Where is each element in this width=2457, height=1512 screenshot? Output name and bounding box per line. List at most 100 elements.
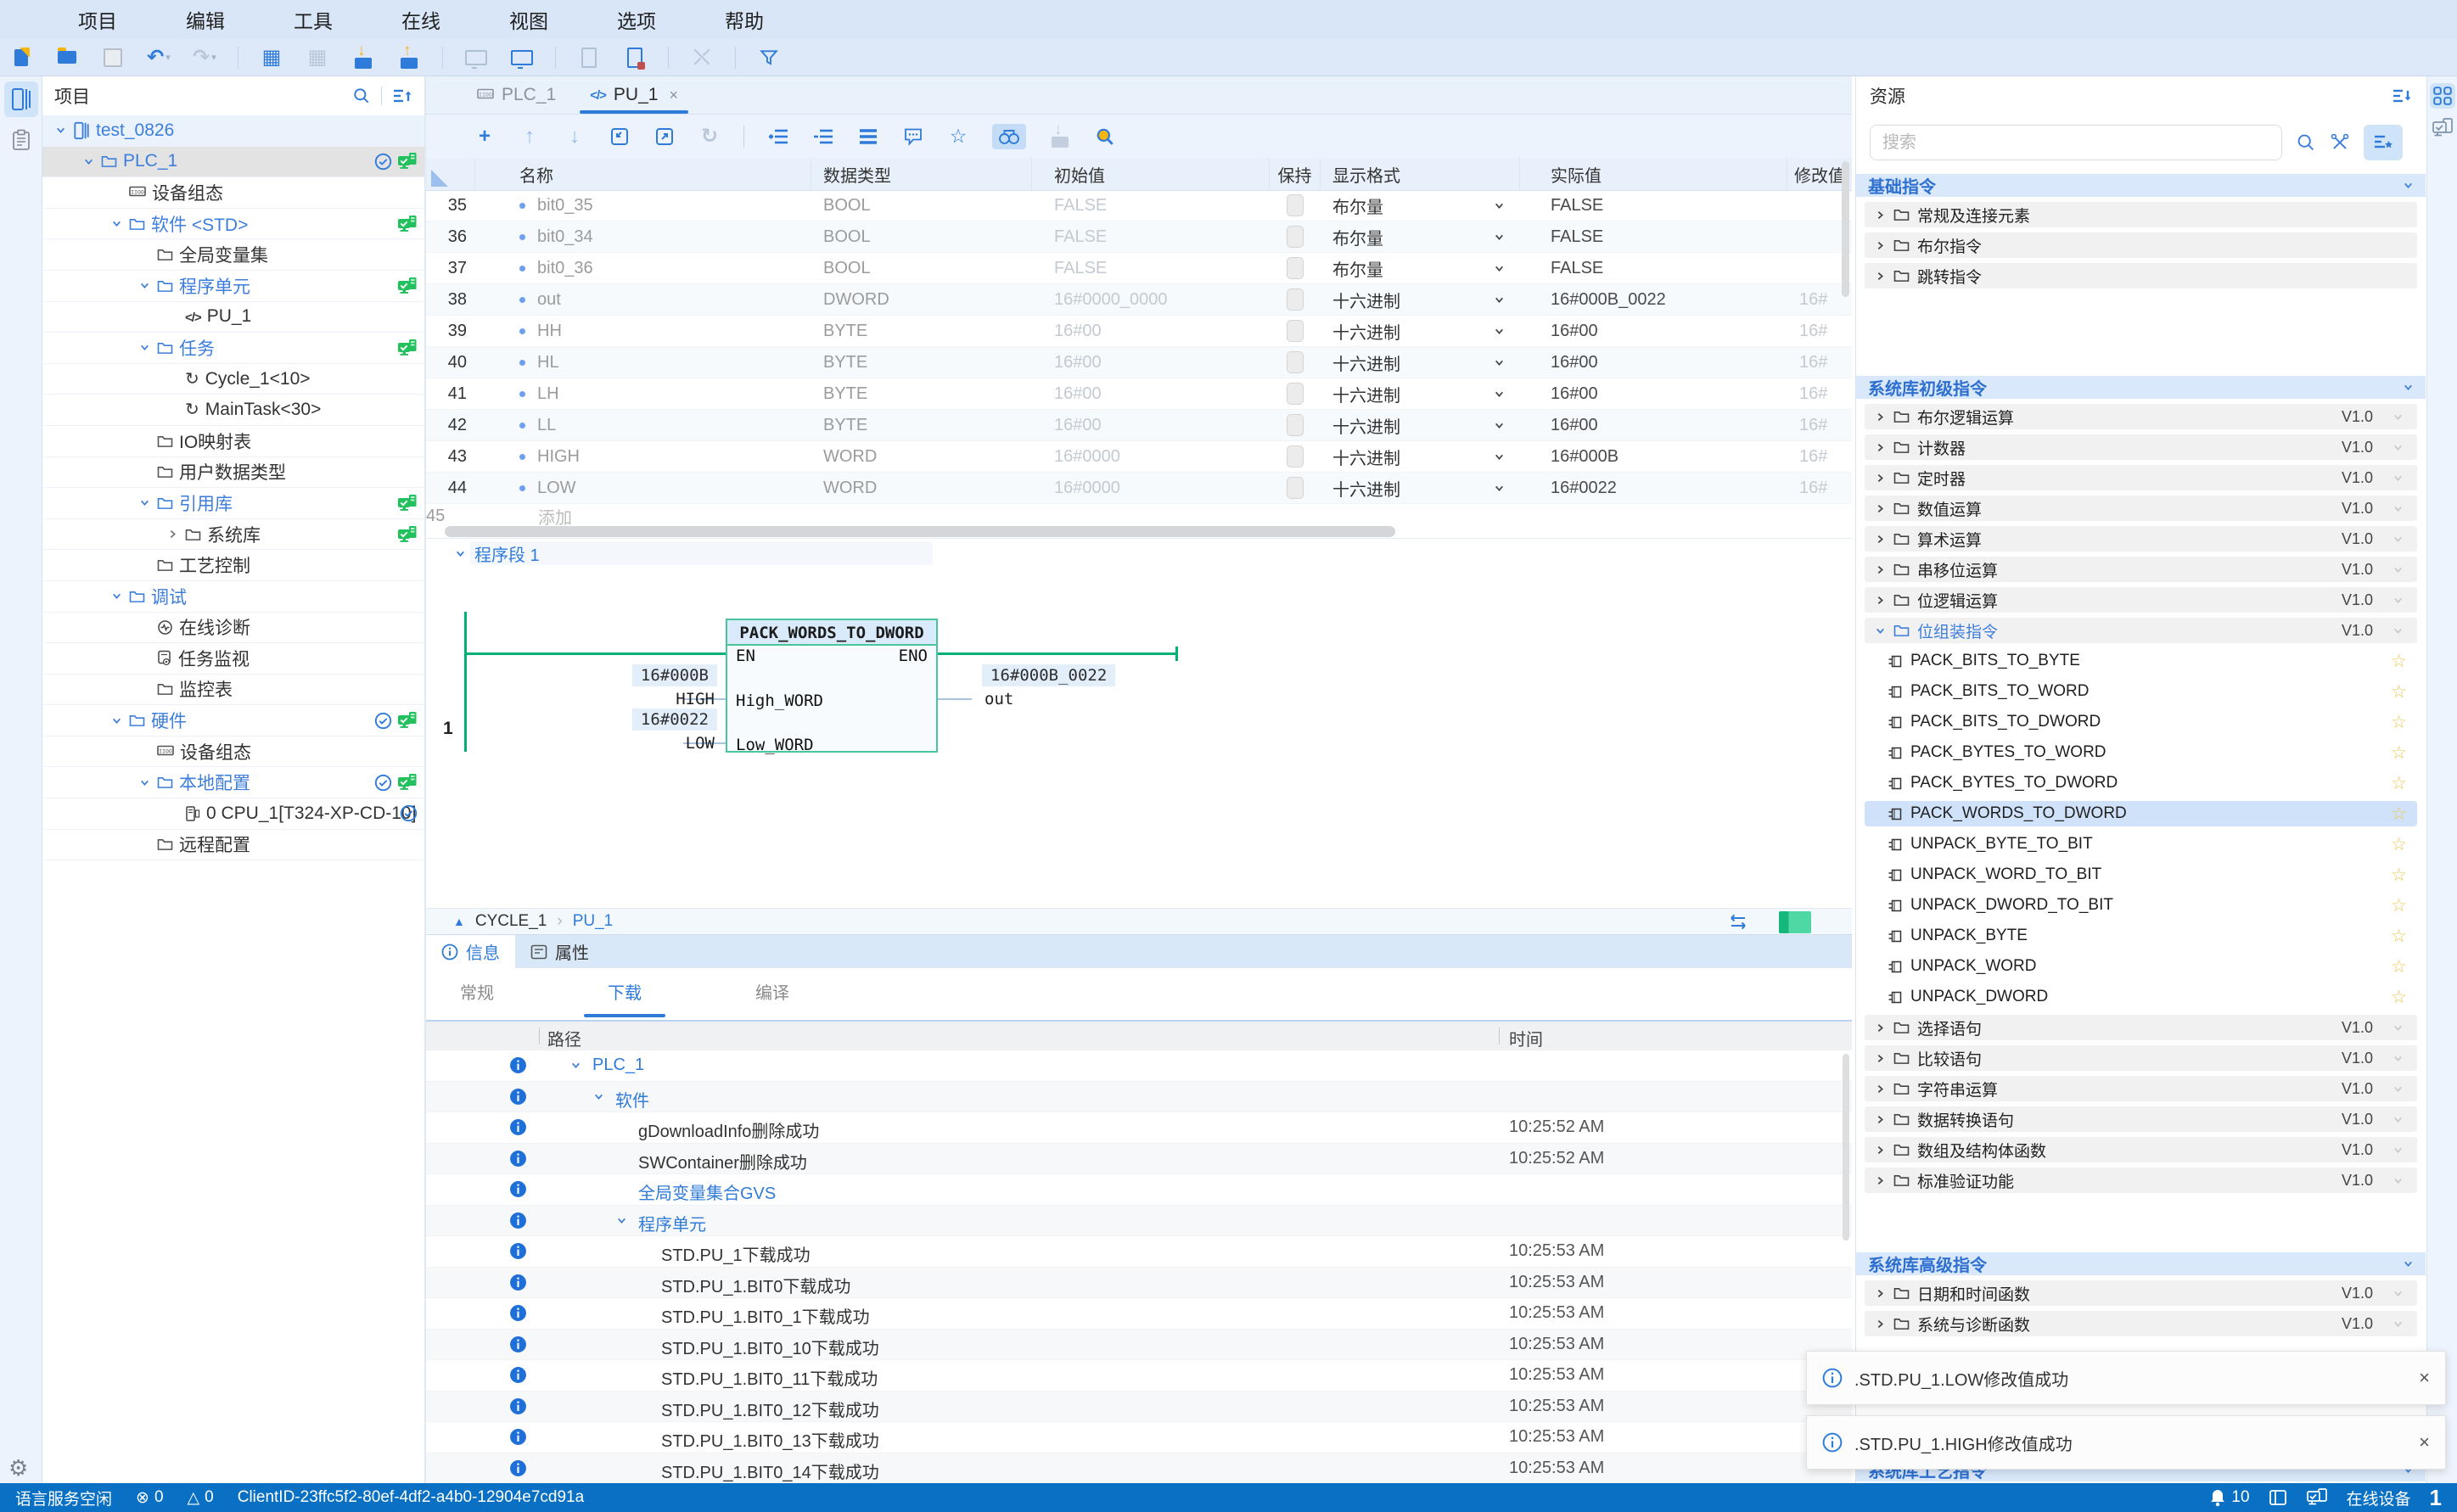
var-actual-value[interactable]: 16#00 — [1520, 410, 1787, 440]
var-actual-value[interactable]: FALSE — [1520, 253, 1787, 283]
display-format-dropdown[interactable]: 十六进制 — [1321, 284, 1520, 315]
chevron-right-icon[interactable] — [1875, 534, 1886, 545]
resource-group-header[interactable]: 系统库初级指令 — [1856, 376, 2426, 399]
spacer[interactable] — [138, 838, 151, 851]
tree-item-cycle_1-10-[interactable]: ↻Cycle_1<10> — [42, 364, 424, 395]
var-init-value[interactable]: FALSE — [1032, 253, 1270, 283]
spacer[interactable] — [138, 434, 151, 447]
var-actual-value[interactable]: 16#0022 — [1520, 473, 1787, 503]
favorite-icon[interactable]: ☆ — [947, 124, 969, 149]
project-sort-icon[interactable] — [392, 87, 412, 104]
var-name[interactable]: LOW — [475, 473, 811, 503]
project-search-icon[interactable] — [352, 87, 371, 105]
tree-item--[interactable]: IIOO设备组态 — [42, 736, 424, 768]
var-init-value[interactable]: 16#00 — [1032, 378, 1270, 409]
var-name[interactable]: HL — [475, 347, 811, 378]
log-message[interactable]: 程序单元 — [638, 1211, 706, 1235]
spacer[interactable] — [166, 404, 179, 417]
var-init-value[interactable]: 16#0000 — [1032, 473, 1270, 503]
var-init-value[interactable]: 16#0000_0000 — [1032, 284, 1270, 315]
var-actual-value[interactable]: FALSE — [1520, 190, 1787, 221]
subtab-compile[interactable]: 编译 — [755, 979, 789, 1004]
subtab-general[interactable]: 常规 — [460, 979, 494, 1004]
instruction-UNPACK_DWORD_TO_BIT[interactable]: UNPACK_DWORD_TO_BIT☆ — [1865, 893, 2417, 918]
tree-item--[interactable]: 引用库 — [42, 488, 424, 519]
resource-folder-算术运算[interactable]: 算术运算V1.0 — [1865, 526, 2417, 552]
var-type[interactable]: BOOL — [811, 253, 1032, 283]
menu-item-6[interactable]: 帮助 — [725, 5, 764, 34]
chevron-right-icon[interactable] — [1875, 1175, 1886, 1186]
instruction-PACK_BITS_TO_BYTE[interactable]: PACK_BITS_TO_BYTE☆ — [1865, 648, 2417, 674]
tree-item-0-cpu_1-t324-xp-cd-10-[interactable]: 0 CPU_1[T324-XP-CD-10] — [42, 798, 424, 830]
var-name[interactable]: LL — [475, 410, 811, 440]
close-icon[interactable]: × — [2419, 1431, 2430, 1453]
chevron-down-icon[interactable] — [1875, 625, 1886, 636]
col-actual[interactable]: 实际值 — [1520, 158, 1787, 190]
log-row[interactable]: 程序单元 — [426, 1206, 1852, 1237]
display-format-dropdown[interactable]: 布尔量 — [1321, 190, 1520, 221]
retain-checkbox[interactable] — [1287, 194, 1304, 216]
var-type[interactable]: BYTE — [811, 410, 1032, 440]
spacer[interactable] — [138, 745, 151, 758]
var-modify-value[interactable]: 16# — [1787, 378, 1852, 409]
swap-view-icon[interactable] — [1728, 913, 1748, 932]
chevron-down-icon[interactable] — [593, 1091, 604, 1102]
chevron-right-icon[interactable] — [1875, 210, 1886, 221]
in2-value[interactable]: 16#0022 — [632, 708, 717, 731]
out-variable[interactable]: out — [984, 690, 1013, 708]
tab-plc-1[interactable]: IIOO PLC_1 — [460, 76, 573, 114]
function-block[interactable]: PACK_WORDS_TO_DWORD EN ENO High_WORD Low… — [726, 619, 938, 753]
menu-item-3[interactable]: 在线 — [401, 5, 440, 34]
instruction-UNPACK_BYTE_TO_BIT[interactable]: UNPACK_BYTE_TO_BIT☆ — [1865, 832, 2417, 857]
chevron-right-icon[interactable] — [1875, 1114, 1886, 1125]
var-type[interactable]: BOOL — [811, 221, 1032, 252]
spacer[interactable] — [138, 683, 151, 696]
spacer[interactable] — [166, 807, 179, 820]
export-icon[interactable] — [654, 124, 676, 149]
tree-item--[interactable]: 用户数据类型 — [42, 457, 424, 489]
settings-gear-icon[interactable]: ⚙ — [8, 1455, 28, 1481]
var-init-value[interactable]: 16#0000 — [1032, 441, 1270, 472]
var-name[interactable]: bit0_34 — [475, 221, 811, 252]
filter-icon[interactable] — [756, 45, 782, 70]
favorite-star-icon[interactable]: ☆ — [2391, 651, 2407, 672]
log-message[interactable]: 软件 — [615, 1087, 649, 1112]
tree-item--[interactable]: IIOO设备组态 — [42, 177, 424, 209]
tree-item-pu_1[interactable]: </>PU_1 — [42, 302, 424, 333]
var-init-value[interactable]: 16#00 — [1032, 410, 1270, 440]
resource-folder-标准验证功能[interactable]: 标准验证功能V1.0 — [1865, 1168, 2417, 1193]
resource-folder-选择语句[interactable]: 选择语句V1.0 — [1865, 1015, 2417, 1040]
favorite-star-icon[interactable]: ☆ — [2391, 895, 2407, 916]
watch-icon[interactable] — [992, 124, 1026, 149]
instruction-PACK_BYTES_TO_DWORD[interactable]: PACK_BYTES_TO_DWORD☆ — [1865, 770, 2417, 796]
instruction-PACK_WORDS_TO_DWORD[interactable]: PACK_WORDS_TO_DWORD☆ — [1865, 801, 2417, 826]
resource-folder-布尔逻辑运算[interactable]: 布尔逻辑运算V1.0 — [1865, 404, 2417, 429]
instruction-UNPACK_BYTE[interactable]: UNPACK_BYTE☆ — [1865, 923, 2417, 949]
favorite-star-icon[interactable]: ☆ — [2391, 681, 2407, 703]
var-actual-value[interactable]: FALSE — [1520, 221, 1787, 252]
var-name[interactable]: bit0_35 — [475, 190, 811, 221]
chevron-down-icon[interactable] — [110, 714, 123, 727]
chevron-down-icon[interactable] — [54, 124, 67, 137]
select-all-corner[interactable] — [426, 158, 475, 190]
tree-item--[interactable]: 远程配置 — [42, 830, 424, 861]
network-header[interactable]: 程序段 1 — [426, 539, 1852, 568]
chevron-down-icon[interactable] — [455, 548, 466, 559]
notification-bell[interactable]: 10 — [2209, 1488, 2249, 1507]
device-check-view-icon[interactable] — [2430, 115, 2455, 141]
list-view-icon[interactable] — [857, 124, 879, 149]
chevron-right-icon[interactable] — [1875, 1145, 1886, 1156]
chevron-right-icon[interactable] — [1875, 412, 1886, 423]
var-row-HIGH[interactable]: 43HIGHWORD16#0000十六进制16#000B16# — [426, 441, 1852, 473]
spacer[interactable] — [138, 559, 151, 572]
chevron-right-icon[interactable] — [1875, 442, 1886, 453]
favorite-star-icon[interactable]: ☆ — [2391, 865, 2407, 886]
chevron-right-icon[interactable] — [1875, 473, 1886, 484]
new-file-icon[interactable] — [8, 45, 34, 70]
tree-item--[interactable]: 任务监视 — [42, 643, 424, 675]
favorite-star-icon[interactable]: ☆ — [2391, 926, 2407, 947]
display-format-dropdown[interactable]: 十六进制 — [1321, 347, 1520, 378]
resource-folder-计数器[interactable]: 计数器V1.0 — [1865, 434, 2417, 460]
chevron-down-icon[interactable] — [82, 155, 95, 168]
instruction-PACK_BYTES_TO_WORD[interactable]: PACK_BYTES_TO_WORD☆ — [1865, 740, 2417, 765]
